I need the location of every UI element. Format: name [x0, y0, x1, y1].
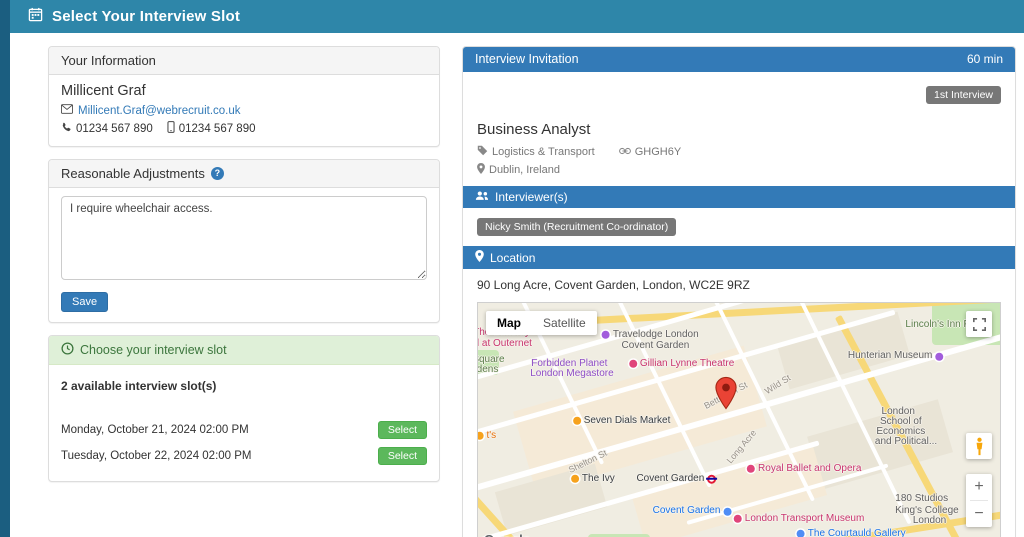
museum-poi-icon	[734, 515, 742, 523]
job-title: Business Analyst	[463, 104, 1015, 138]
map-label: Seven Dials Market	[573, 416, 671, 427]
slots-panel: Choose your interview slot 2 available i…	[48, 335, 440, 482]
location-pin-icon[interactable]	[715, 376, 737, 415]
theatre-poi-icon	[629, 360, 637, 368]
mobile-icon	[167, 121, 175, 136]
users-icon	[475, 190, 489, 204]
map-label: Royal Ballet and Opera	[747, 464, 861, 475]
candidate-phone: 01234 567 890	[76, 123, 153, 135]
candidate-email-link[interactable]: Millicent.Graf@webrecruit.co.uk	[78, 105, 241, 117]
map-type-control: Map Satellite	[486, 311, 597, 335]
app-header: Select Your Interview Slot	[10, 0, 1024, 33]
calendar-icon	[28, 7, 43, 27]
your-information-panel: Your Information Millicent Graf Millicen…	[48, 46, 440, 147]
adjustments-textarea[interactable]: I require wheelchair access.	[61, 196, 427, 280]
underground-station-icon	[707, 475, 716, 484]
tag-icon	[477, 145, 488, 159]
pegman-control[interactable]	[966, 433, 992, 459]
stage-badge: 1st Interview	[926, 86, 1001, 104]
map-label: Covent Garden	[636, 474, 716, 485]
interviewer-badge: Nicky Smith (Recruitment Co-ordinator)	[477, 218, 676, 236]
adjustments-heading: Reasonable Adjustments ?	[49, 160, 439, 188]
interview-invitation-panel: Interview Invitation 60 min 1st Intervie…	[462, 46, 1016, 537]
map-label: Covent Garden	[622, 341, 690, 352]
lodging-poi-icon	[602, 331, 610, 339]
slots-heading: Choose your interview slot	[49, 336, 439, 365]
slot-row: Tuesday, October 22, 2024 02:00 PM Selec…	[61, 445, 427, 467]
sidebar-strip	[0, 0, 10, 537]
map-label: 180 Studios	[895, 494, 948, 505]
invitation-heading: Interview Invitation 60 min	[463, 47, 1015, 72]
map-label: Gillian Lynne Theatre	[629, 359, 735, 370]
select-slot-button[interactable]: Select	[378, 421, 427, 439]
envelope-icon	[61, 104, 73, 117]
link-icon	[619, 146, 631, 158]
help-icon[interactable]: ?	[211, 167, 224, 180]
candidate-mobile: 01234 567 890	[179, 123, 256, 135]
zoom-in-button[interactable]: +	[966, 474, 992, 500]
slot-label: Monday, October 21, 2024 02:00 PM	[61, 424, 249, 436]
food-poi-icon	[573, 417, 581, 425]
google-logo[interactable]: Google	[484, 532, 531, 537]
map-label: Hunterian Museum	[848, 351, 943, 362]
location-address: 90 Long Acre, Covent Garden, London, WC2…	[463, 269, 1015, 301]
map-label: t's	[477, 430, 496, 441]
job-sector: Logistics & Transport	[492, 146, 595, 158]
map-label: London Transport Museum	[734, 514, 865, 525]
your-information-title: Your Information	[61, 53, 156, 68]
museum-poi-icon	[935, 352, 943, 360]
map-label: London Megastore	[530, 368, 613, 379]
phone-icon	[61, 122, 72, 136]
restaurant-poi-icon	[571, 475, 579, 483]
fullscreen-button[interactable]	[966, 311, 992, 337]
select-slot-button[interactable]: Select	[378, 447, 427, 465]
slot-count: 2 available interview slot(s)	[61, 379, 427, 393]
invitation-title: Interview Invitation	[475, 52, 579, 66]
food-poi-icon	[477, 432, 483, 440]
location-bar: Location	[463, 246, 1015, 269]
map-label: rdens	[477, 365, 498, 376]
shopping-poi-icon	[723, 507, 731, 515]
save-button[interactable]: Save	[61, 292, 108, 312]
job-reference: GHGH6Y	[635, 146, 681, 158]
map-marker-icon	[475, 250, 484, 265]
map-label: London	[913, 516, 946, 527]
map-label: The Ivy	[571, 474, 615, 485]
zoom-control: + −	[966, 474, 992, 527]
map-label: rail at Outernet	[477, 339, 532, 350]
interviewers-title: Interviewer(s)	[495, 190, 568, 204]
map-label: and Political...	[875, 437, 937, 448]
map-view-button[interactable]: Map	[486, 311, 532, 335]
interview-duration: 60 min	[967, 52, 1003, 66]
interviewers-bar: Interviewer(s)	[463, 186, 1015, 208]
candidate-name: Millicent Graf	[61, 83, 427, 99]
map-marker-icon	[477, 163, 485, 177]
google-map[interactable]: Lincoln's Inn Fields The Butterfly rail …	[477, 302, 1001, 537]
satellite-view-button[interactable]: Satellite	[532, 311, 597, 335]
slots-title: Choose your interview slot	[80, 343, 227, 357]
gallery-poi-icon	[797, 530, 805, 537]
your-information-heading: Your Information	[49, 47, 439, 75]
map-label: Travelodge London	[602, 330, 699, 341]
map-label: The Courtauld Gallery	[797, 528, 906, 537]
adjustments-title: Reasonable Adjustments	[61, 166, 205, 181]
page-title: Select Your Interview Slot	[52, 8, 240, 25]
attraction-poi-icon	[747, 465, 755, 473]
slot-label: Tuesday, October 22, 2024 02:00 PM	[61, 450, 252, 462]
job-city: Dublin, Ireland	[489, 164, 560, 176]
slot-row: Monday, October 21, 2024 02:00 PM Select	[61, 419, 427, 441]
clock-icon	[61, 342, 74, 358]
map-label: Covent Garden	[653, 506, 732, 517]
zoom-out-button[interactable]: −	[966, 501, 992, 527]
location-title: Location	[490, 251, 535, 265]
adjustments-panel: Reasonable Adjustments ? I require wheel…	[48, 159, 440, 323]
